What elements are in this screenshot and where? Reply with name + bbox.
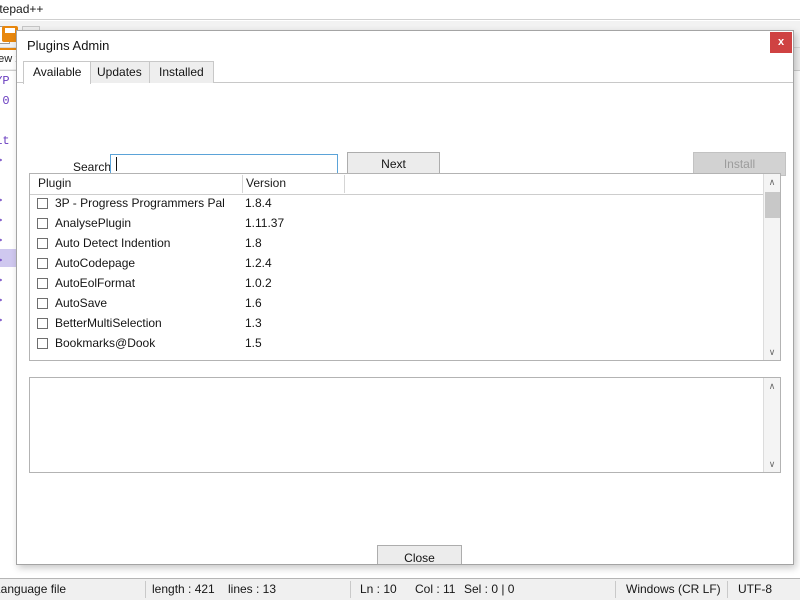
scroll-down-icon[interactable]: ∨ bbox=[764, 344, 780, 360]
table-row[interactable]: Auto Detect Indention 1.8 bbox=[30, 234, 780, 254]
table-row[interactable]: AutoCodepage 1.2.4 bbox=[30, 254, 780, 274]
editor-line: 1.0 bbox=[0, 94, 10, 108]
column-divider[interactable] bbox=[344, 175, 345, 193]
status-separator bbox=[727, 581, 728, 598]
status-col: Col : 11 bbox=[415, 582, 456, 596]
editor-line: p> bbox=[0, 271, 2, 291]
plugin-version: 1.8.4 bbox=[245, 196, 272, 210]
dialog-body: Search: Next Install Plugin Version 3P -… bbox=[17, 83, 793, 564]
checkbox-icon[interactable] bbox=[37, 218, 48, 229]
plugin-name: 3P - Progress Programmers Pal bbox=[55, 196, 225, 210]
plugin-name: AutoEolFormat bbox=[55, 276, 136, 290]
app-titlebar: Notepad++ bbox=[0, 0, 800, 20]
plugin-name: BetterMultiSelection bbox=[55, 316, 162, 330]
plugin-version: 1.6 bbox=[245, 296, 262, 310]
editor-line: d> bbox=[0, 151, 2, 171]
status-lines: lines : 13 bbox=[228, 582, 277, 596]
plugin-description-panel[interactable]: ∧ ∨ bbox=[29, 377, 781, 473]
scrollbar-thumb[interactable] bbox=[765, 192, 780, 218]
close-button[interactable]: Close bbox=[377, 545, 462, 564]
table-row[interactable]: AutoSave 1.6 bbox=[30, 294, 780, 314]
status-eol: Windows (CR LF) bbox=[626, 582, 721, 596]
checkbox-icon[interactable] bbox=[37, 338, 48, 349]
dialog-titlebar: Plugins Admin x bbox=[17, 31, 793, 59]
checkbox-icon[interactable] bbox=[37, 298, 48, 309]
plugin-list-panel: Plugin Version 3P - Progress Programmers… bbox=[29, 173, 781, 361]
plugin-version: 1.8 bbox=[245, 236, 262, 250]
checkbox-icon[interactable] bbox=[37, 258, 48, 269]
tab-updates[interactable]: Updates bbox=[87, 61, 152, 83]
status-ln: Ln : 10 bbox=[360, 582, 397, 596]
status-separator bbox=[145, 581, 146, 598]
editor-line: tit bbox=[0, 134, 10, 148]
scroll-up-icon[interactable]: ∧ bbox=[764, 174, 780, 190]
plugins-admin-dialog: Plugins Admin x Available Updates Instal… bbox=[16, 30, 794, 565]
status-separator bbox=[350, 581, 351, 598]
tab-installed[interactable]: Installed bbox=[149, 61, 214, 83]
table-row[interactable]: AutoEolFormat 1.0.2 bbox=[30, 274, 780, 294]
editor-line: p> bbox=[0, 231, 2, 251]
plugin-version: 1.11.37 bbox=[245, 216, 285, 230]
table-row[interactable]: Bookmarks@Dook 1.5 bbox=[30, 334, 780, 354]
search-label: Search: bbox=[73, 160, 115, 174]
status-length: length : 421 bbox=[152, 582, 215, 596]
table-row[interactable]: 3P - Progress Programmers Pal 1.8.4 bbox=[30, 194, 780, 214]
column-divider[interactable] bbox=[242, 175, 243, 193]
editor-line: TYP bbox=[0, 74, 10, 88]
status-separator bbox=[615, 581, 616, 598]
plugin-name: AutoCodepage bbox=[55, 256, 136, 270]
status-sel: Sel : 0 | 0 bbox=[464, 582, 515, 596]
editor-line: p> bbox=[0, 251, 2, 271]
plugin-name: AnalysePlugin bbox=[55, 216, 132, 230]
plugin-name: AutoSave bbox=[55, 296, 108, 310]
scroll-down-icon[interactable]: ∨ bbox=[764, 456, 780, 472]
titlebar-divider bbox=[0, 19, 800, 20]
plugin-version: 1.5 bbox=[245, 336, 262, 350]
status-file-type: Language file bbox=[0, 582, 67, 596]
column-header-plugin[interactable]: Plugin bbox=[38, 174, 71, 193]
plugin-version: 1.0.2 bbox=[245, 276, 272, 290]
description-scrollbar[interactable]: ∧ ∨ bbox=[763, 378, 780, 472]
checkbox-icon[interactable] bbox=[37, 318, 48, 329]
checkbox-icon[interactable] bbox=[37, 198, 48, 209]
checkbox-icon[interactable] bbox=[37, 278, 48, 289]
editor-line: p> bbox=[0, 211, 2, 231]
editor-line: l> bbox=[0, 311, 2, 331]
dialog-tabstrip: Available Updates Installed bbox=[17, 59, 793, 84]
app-title: Notepad++ bbox=[0, 2, 44, 16]
status-bar: Language file length : 421 lines : 13 Ln… bbox=[0, 578, 800, 600]
search-caret bbox=[116, 157, 117, 171]
plugin-list-header: Plugin Version bbox=[30, 174, 780, 195]
editor-line: y> bbox=[0, 291, 2, 311]
scroll-up-icon[interactable]: ∧ bbox=[764, 378, 780, 394]
status-encoding: UTF-8 bbox=[738, 582, 772, 596]
plugin-version: 1.2.4 bbox=[245, 256, 272, 270]
editor-line: p> bbox=[0, 191, 2, 211]
plugin-list-scrollbar[interactable]: ∧ ∨ bbox=[763, 174, 780, 360]
tab-available[interactable]: Available bbox=[23, 61, 92, 84]
close-icon[interactable]: x bbox=[770, 32, 792, 53]
table-row[interactable]: BetterMultiSelection 1.3 bbox=[30, 314, 780, 334]
plugin-name: Bookmarks@Dook bbox=[55, 336, 156, 350]
column-header-version[interactable]: Version bbox=[246, 174, 286, 193]
checkbox-icon[interactable] bbox=[37, 238, 48, 249]
plugin-list-rows[interactable]: 3P - Progress Programmers Pal 1.8.4 Analys… bbox=[30, 194, 780, 360]
search-input[interactable] bbox=[110, 154, 338, 174]
plugin-version: 1.3 bbox=[245, 316, 262, 330]
plugin-name: Auto Detect Indention bbox=[55, 236, 171, 250]
table-row[interactable]: AnalysePlugin 1.11.37 bbox=[30, 214, 780, 234]
dialog-title: Plugins Admin bbox=[27, 38, 110, 53]
